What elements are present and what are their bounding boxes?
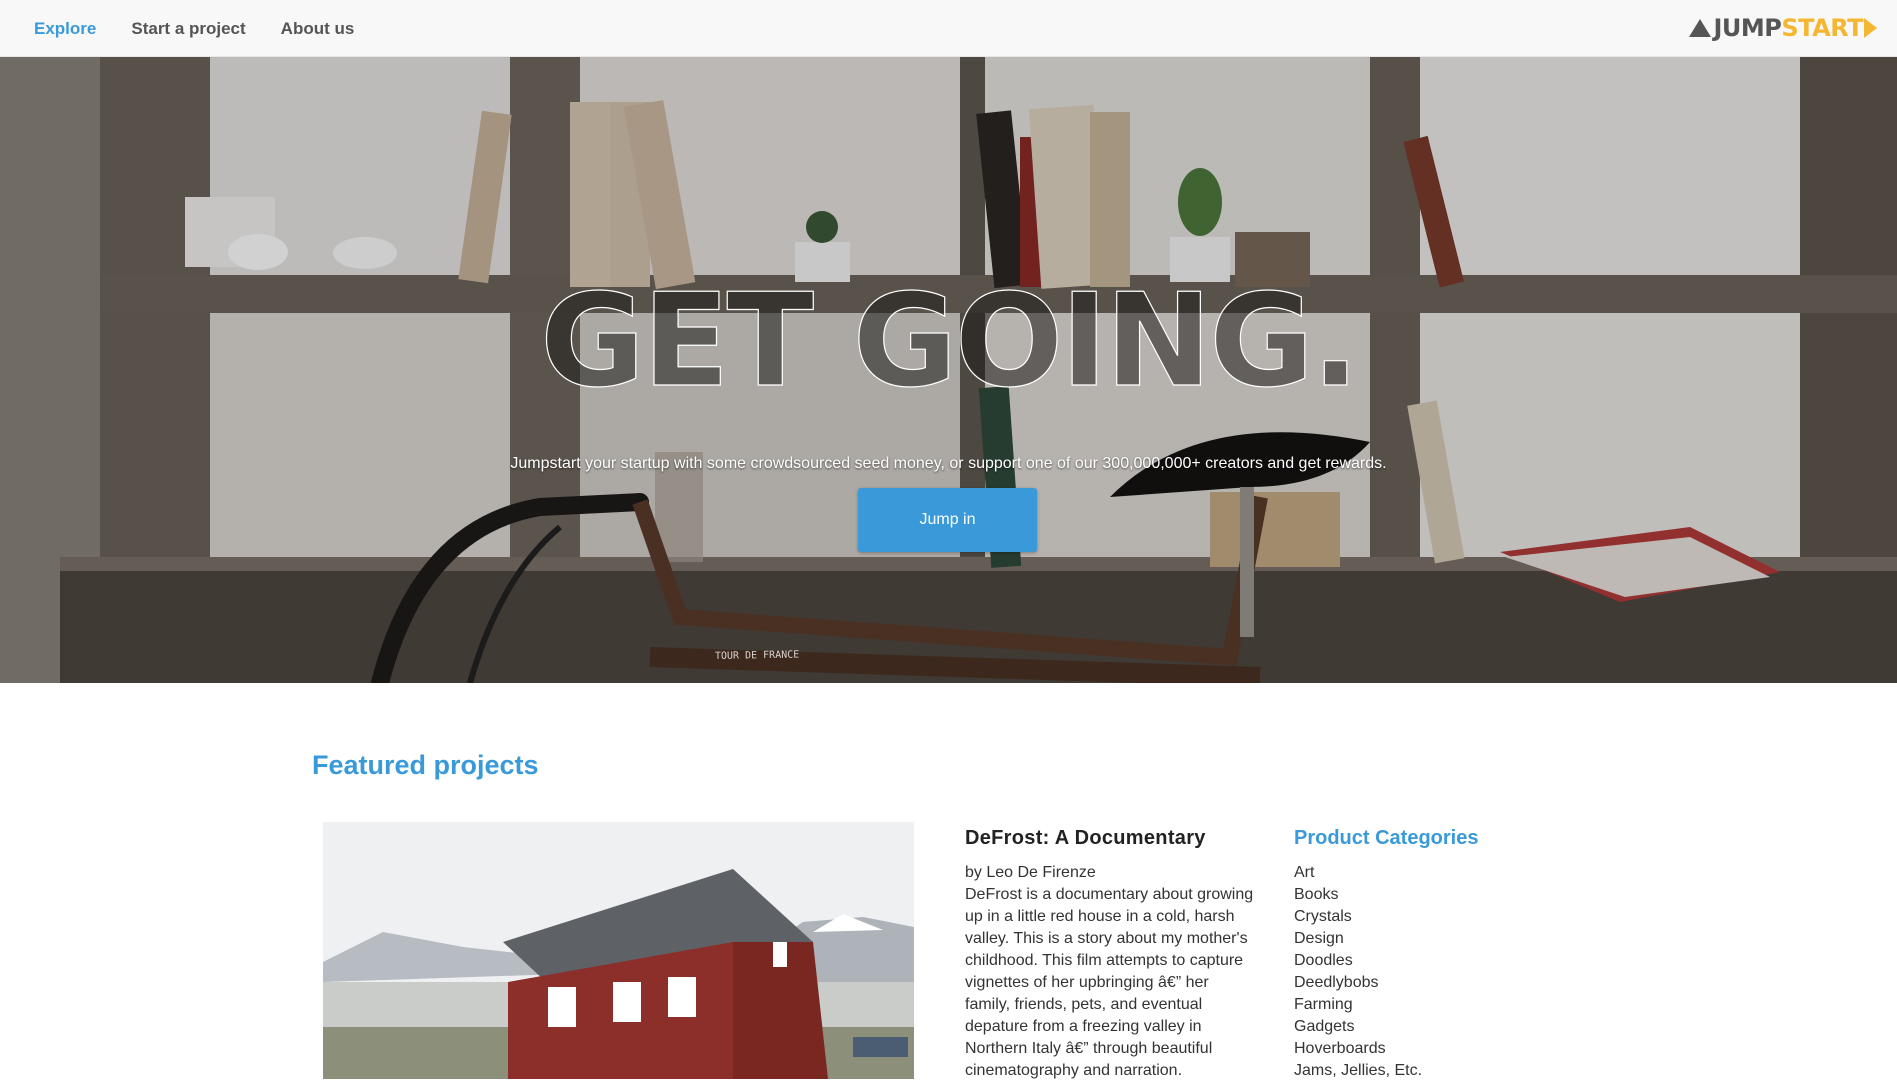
- project-title[interactable]: DeFrost: A Documentary: [965, 827, 1255, 850]
- category-item[interactable]: Gadgets: [1294, 1016, 1554, 1038]
- category-item[interactable]: Design: [1294, 928, 1554, 950]
- product-categories: Product Categories Art Books Crystals De…: [1294, 827, 1554, 1082]
- nav-links: Explore Start a project About us: [34, 0, 354, 57]
- category-item[interactable]: Crystals: [1294, 906, 1554, 928]
- bike-frame-label: TOUR DE FRANCE: [715, 650, 799, 662]
- hero-subtitle: Jumpstart your startup with some crowdso…: [510, 455, 1387, 472]
- nav-explore-link[interactable]: Explore: [34, 19, 96, 39]
- project-description: DeFrost is a documentary about growing u…: [965, 886, 1254, 1079]
- featured-project-info: DeFrost: A Documentary by Leo De Firenze…: [965, 827, 1255, 1082]
- nav-about-link[interactable]: About us: [281, 19, 355, 39]
- red-house-image: [323, 822, 914, 1079]
- jumpstart-logo[interactable]: JUMPSTART: [1689, 14, 1877, 42]
- top-navbar: Explore Start a project About us JUMPSTA…: [0, 0, 1897, 57]
- category-item[interactable]: Doodles: [1294, 950, 1554, 972]
- nav-start-project-link[interactable]: Start a project: [131, 19, 245, 39]
- categories-title: Product Categories: [1294, 827, 1479, 849]
- category-item[interactable]: Art: [1294, 862, 1554, 884]
- hero-banner: TOUR DE FRANCE GET GOING. Jumpstart your…: [0, 57, 1897, 683]
- jump-in-button[interactable]: Jump in: [858, 488, 1037, 552]
- category-list: Art Books Crystals Design Doodles Deedly…: [1294, 862, 1554, 1082]
- featured-heading: Featured projects: [312, 750, 539, 780]
- category-item[interactable]: Books: [1294, 884, 1554, 906]
- logo-arrow-icon: [1864, 18, 1877, 38]
- project-image[interactable]: [323, 822, 914, 1079]
- category-item[interactable]: Farming: [1294, 994, 1554, 1016]
- category-item[interactable]: Deedlybobs: [1294, 972, 1554, 994]
- project-author: by Leo De Firenze: [965, 864, 1096, 881]
- hero-title: GET GOING.: [540, 266, 1361, 416]
- logo-triangle-icon: [1689, 19, 1712, 37]
- category-item[interactable]: Hoverboards: [1294, 1038, 1554, 1060]
